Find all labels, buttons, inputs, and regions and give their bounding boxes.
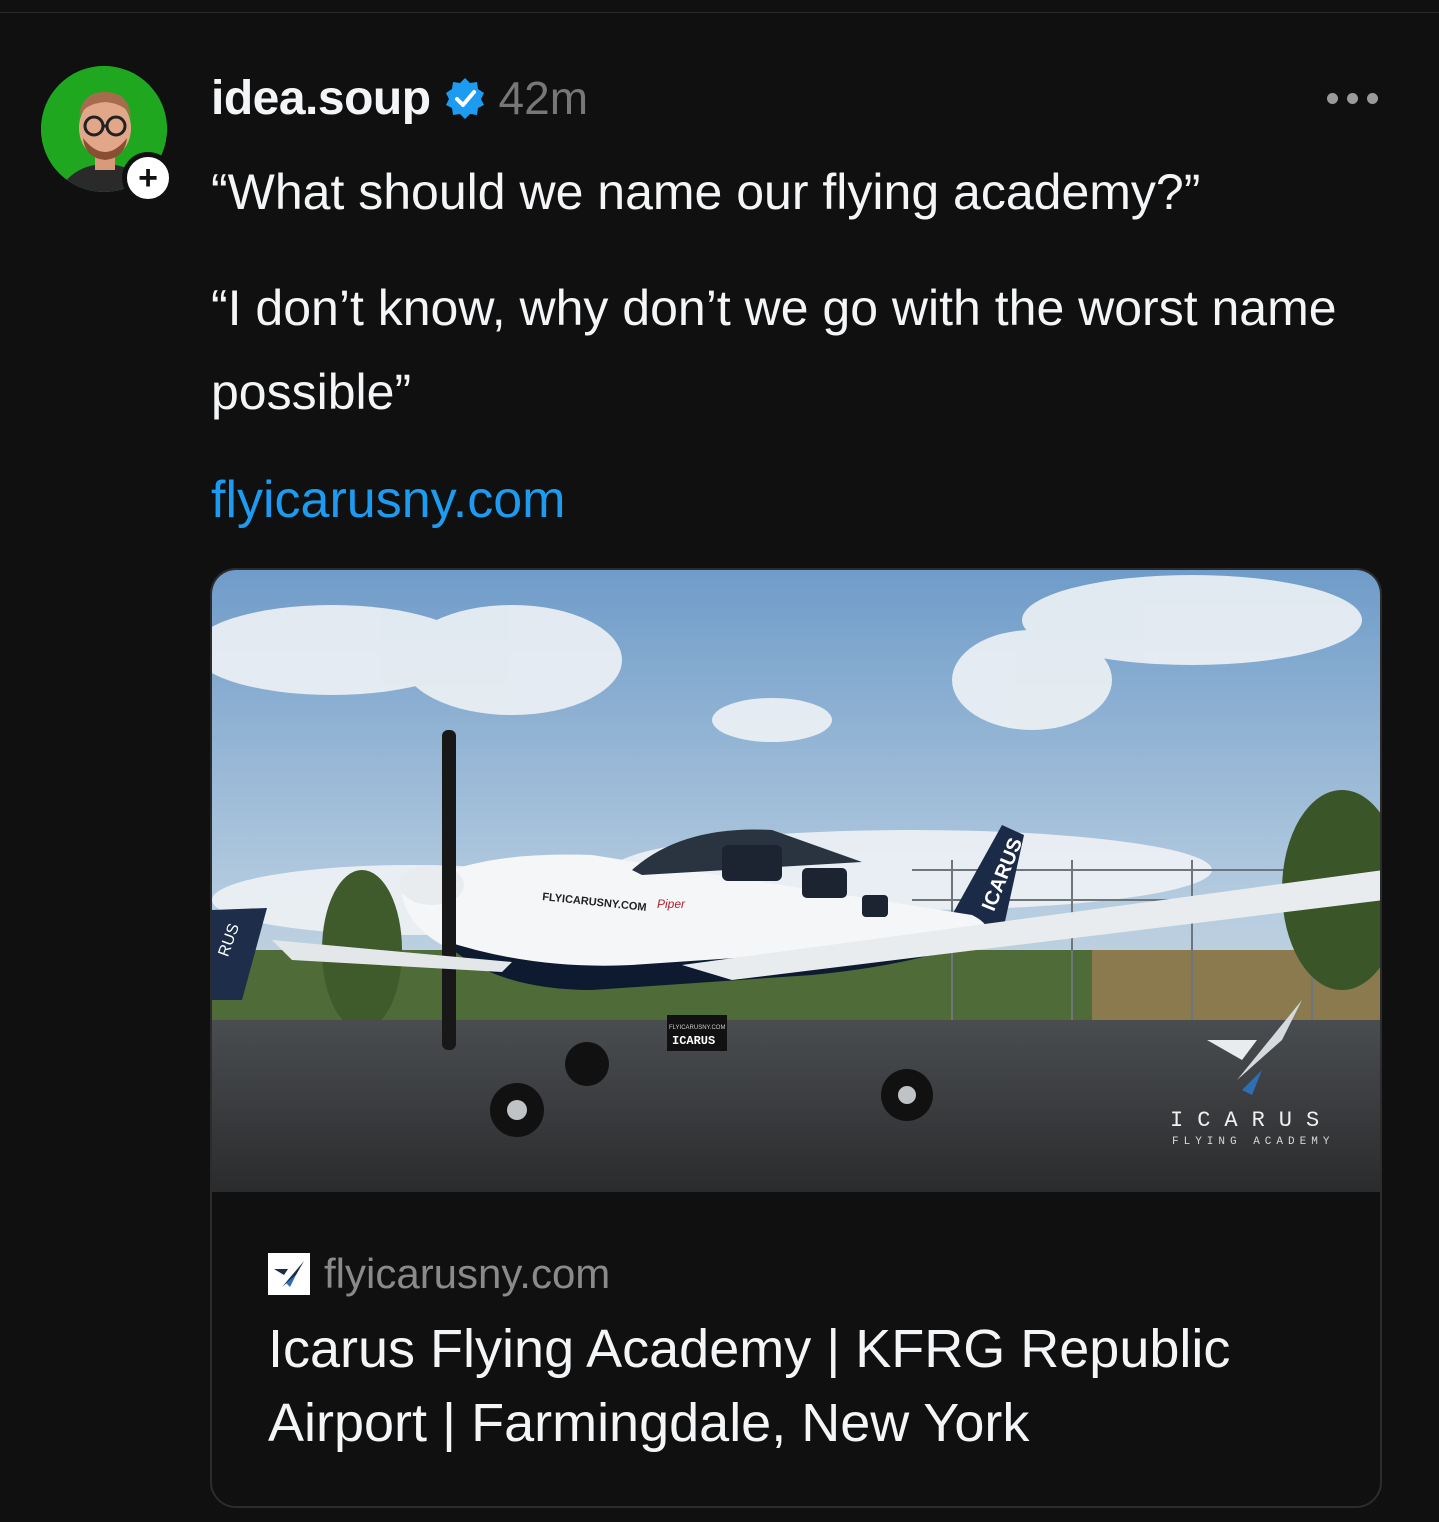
logo-name-text: ICARUS — [1170, 1108, 1333, 1133]
link-preview-image: RUS ICARUS FLYICARUSNY.COM Piper FLYICAR… — [212, 570, 1380, 1192]
logo-subtitle-text: FLYING ACADEMY — [1172, 1136, 1334, 1148]
post-header: idea.soup 42m — [211, 68, 588, 128]
post-paragraph: “I don’t know, why don’t we go with the … — [211, 280, 1337, 420]
username[interactable]: idea.soup — [211, 71, 431, 126]
verified-badge-icon — [445, 78, 484, 119]
post-body: “What should we name our flying academy?… — [211, 150, 1411, 434]
card-domain: flyicarusny.com — [324, 1250, 611, 1297]
dot-icon — [1346, 92, 1358, 104]
dot-icon — [1326, 92, 1338, 104]
sign-small-text: FLYICARUSNY.COM — [669, 1025, 725, 1031]
post-paragraph: “What should we name our flying academy?… — [211, 164, 1201, 220]
site-favicon-icon — [268, 1253, 310, 1295]
more-options-icon[interactable] — [1322, 85, 1382, 111]
post-timestamp: 42m — [498, 72, 589, 124]
card-source: flyicarusny.com — [268, 1250, 610, 1298]
link-preview-card[interactable]: RUS ICARUS FLYICARUSNY.COM Piper FLYICAR… — [210, 568, 1382, 1508]
plane-brand-text: Piper — [657, 897, 686, 911]
dot-icon — [1366, 92, 1378, 104]
post-link[interactable]: flyicarusny.com — [211, 470, 565, 530]
follow-button[interactable]: + — [122, 152, 174, 204]
card-title[interactable]: Icarus Flying Academy | KFRG Republic Ai… — [268, 1312, 1348, 1460]
sign-text: ICARUS — [672, 1034, 715, 1048]
top-divider — [0, 12, 1439, 13]
